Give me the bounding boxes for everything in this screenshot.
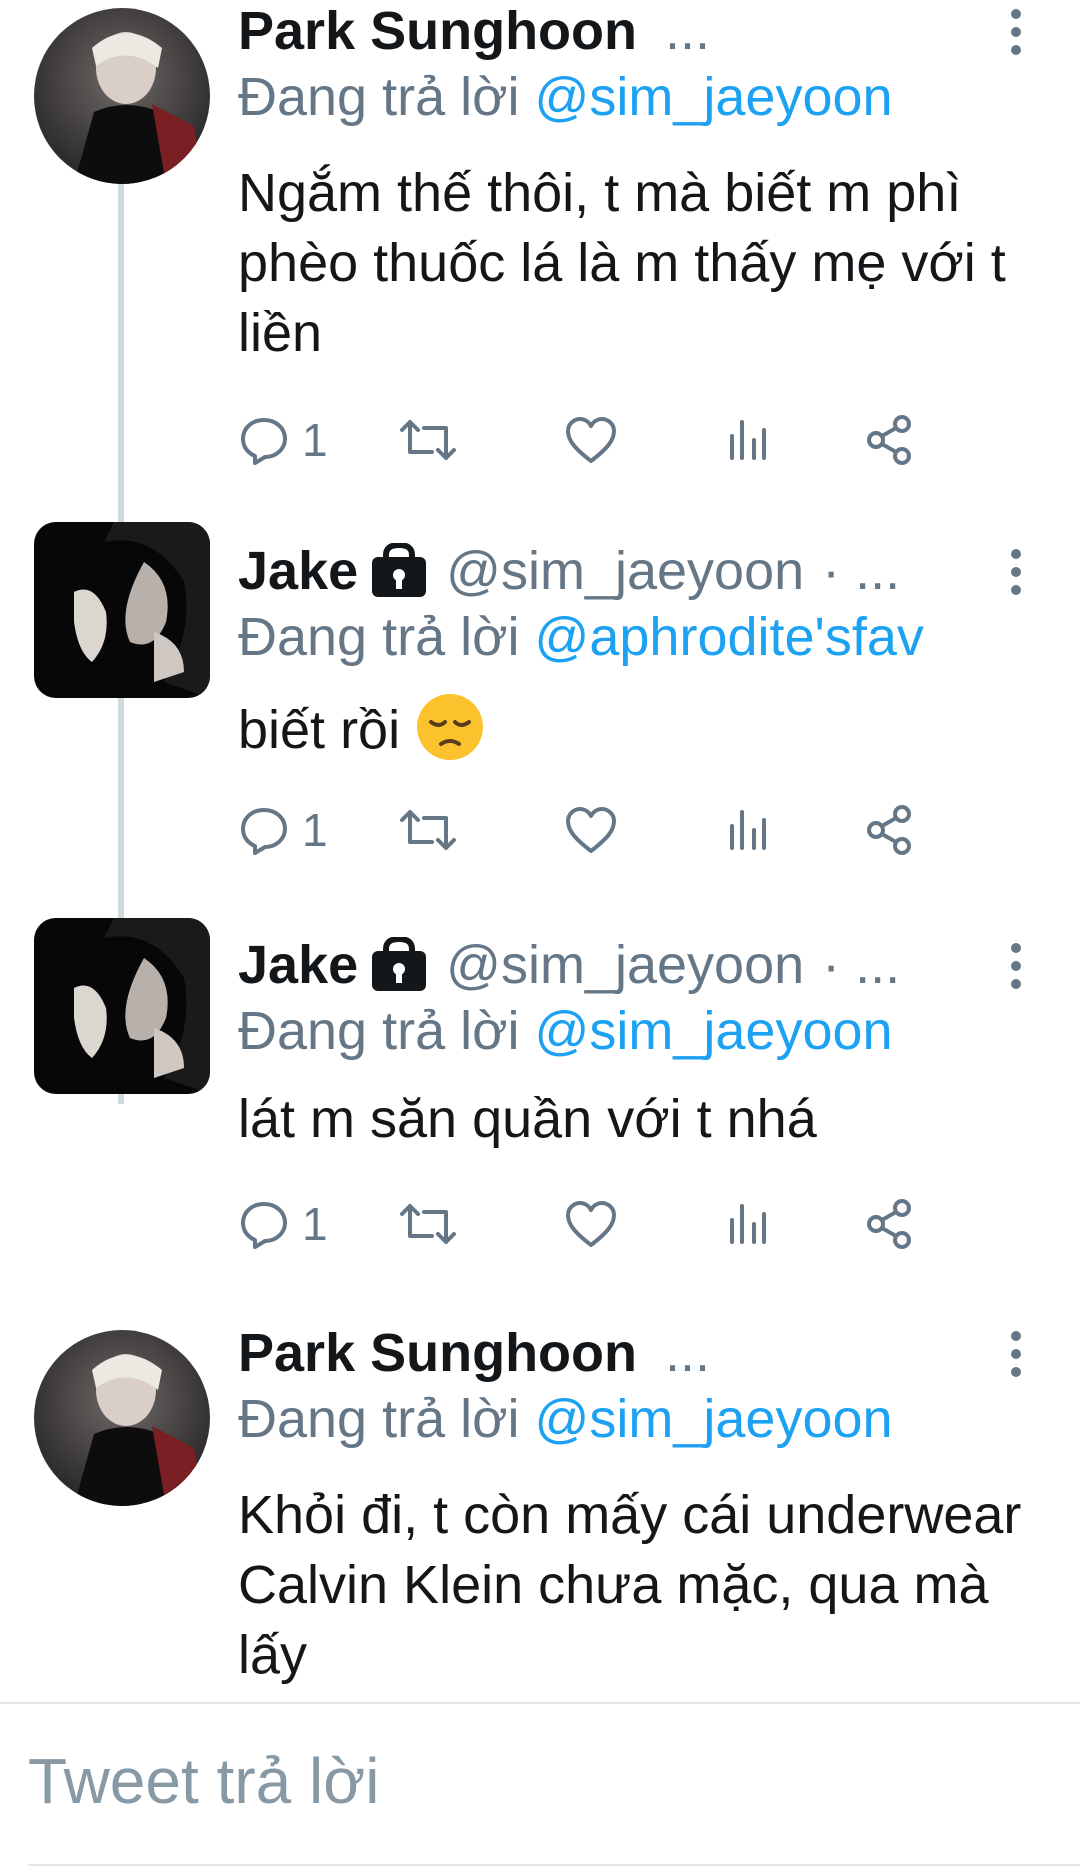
reply-count: 1 <box>302 1198 328 1250</box>
tweet[interactable]: Jake @sim_jaeyoon · ... Đang trả lời @ap… <box>0 522 1080 870</box>
replying-to: Đang trả lời @sim_jaeyoon <box>238 1000 893 1062</box>
retweet-icon <box>400 420 456 460</box>
action-bar: 1 <box>238 410 978 470</box>
user-handle: @sim_jaeyoon <box>446 541 805 601</box>
user-handle: @sim_jaeyoon <box>446 935 805 995</box>
replying-prefix: Đang trả lời <box>238 1389 520 1449</box>
retweet-button[interactable] <box>398 800 458 860</box>
tweet-text: Ngắm thế thôi, t mà biết m phì phèo thuố… <box>238 163 1006 363</box>
reply-input[interactable]: Tweet trả lời <box>28 1744 379 1818</box>
truncated-ellipsis: ... <box>665 1 711 61</box>
like-button[interactable] <box>564 800 618 860</box>
mention-link[interactable]: @aphrodite'sfav <box>535 607 924 667</box>
share-icon <box>867 1199 911 1249</box>
avatar[interactable] <box>34 1330 210 1506</box>
reply-icon <box>241 808 287 855</box>
truncated-ellipsis: ... <box>665 1323 711 1383</box>
mention-link[interactable]: @sim_jaeyoon <box>535 1389 893 1449</box>
reply-count: 1 <box>302 804 328 856</box>
like-button[interactable] <box>564 1194 618 1254</box>
tweet-header: Park Sunghoon ... <box>238 0 990 62</box>
share-button[interactable] <box>866 410 914 470</box>
avatar[interactable] <box>34 8 210 184</box>
tweet-header: Jake @sim_jaeyoon · ... <box>238 540 990 602</box>
analytics-button[interactable] <box>728 800 768 860</box>
replying-prefix: Đang trả lời <box>238 67 520 127</box>
tweet[interactable]: Park Sunghoon ... Đang trả lời @sim_jaey… <box>0 0 1080 466</box>
avatar[interactable] <box>34 918 210 1094</box>
retweet-button[interactable] <box>398 1194 458 1254</box>
truncated-ellipsis: · ... <box>822 541 901 601</box>
like-button[interactable] <box>564 410 618 470</box>
retweet-icon <box>400 1204 456 1244</box>
display-name[interactable]: Park Sunghoon <box>238 0 637 62</box>
analytics-button[interactable] <box>728 410 768 470</box>
reply-composer[interactable]: Tweet trả lời <box>0 1702 1080 1872</box>
replying-to: Đang trả lời @aphrodite'sfav <box>238 606 924 668</box>
more-vertical-icon[interactable] <box>1004 942 1028 990</box>
retweet-button[interactable] <box>398 410 458 470</box>
reply-button[interactable]: 1 <box>238 410 328 470</box>
avatar[interactable] <box>34 522 210 698</box>
lock-icon <box>370 937 428 993</box>
reply-count: 1 <box>302 414 328 466</box>
divider <box>28 1864 1080 1866</box>
more-vertical-icon[interactable] <box>1004 8 1028 56</box>
share-icon <box>867 805 911 855</box>
tweet-header: Park Sunghoon ... <box>238 1322 990 1384</box>
display-name[interactable]: Jake <box>238 934 358 996</box>
mention-link[interactable]: @sim_jaeyoon <box>535 67 893 127</box>
mention-link[interactable]: @sim_jaeyoon <box>535 1001 893 1061</box>
heart-icon <box>566 417 616 463</box>
analytics-icon <box>730 1204 766 1244</box>
reply-button[interactable]: 1 <box>238 1194 328 1254</box>
share-icon <box>867 415 911 465</box>
replying-prefix: Đang trả lời <box>238 607 520 667</box>
tweet-text: lát m săn quần với t nhá <box>238 1089 817 1149</box>
tweet[interactable]: Park Sunghoon ... Đang trả lời @sim_jaey… <box>0 1322 1080 1702</box>
retweet-icon <box>400 810 456 850</box>
display-name[interactable]: Park Sunghoon <box>238 1322 637 1384</box>
tweet-header: Jake @sim_jaeyoon · ... <box>238 934 990 996</box>
lock-icon <box>370 543 428 599</box>
replying-to: Đang trả lời @sim_jaeyoon <box>238 1388 893 1450</box>
reply-button[interactable]: 1 <box>238 800 328 860</box>
action-bar: 1 <box>238 800 978 860</box>
replying-to: Đang trả lời @sim_jaeyoon <box>238 66 893 128</box>
display-name[interactable]: Jake <box>238 540 358 602</box>
tweet-text: Khỏi đi, t còn mấy cái underwear Calvin … <box>238 1485 1022 1685</box>
reply-icon <box>241 1202 287 1249</box>
analytics-button[interactable] <box>728 1194 768 1254</box>
more-vertical-icon[interactable] <box>1004 548 1028 596</box>
heart-icon <box>566 1201 616 1247</box>
more-vertical-icon[interactable] <box>1004 1330 1028 1378</box>
action-bar: 1 <box>238 1194 978 1254</box>
share-button[interactable] <box>866 1194 914 1254</box>
analytics-icon <box>730 810 766 850</box>
tweet-text: biết rồi <box>238 692 1038 765</box>
share-button[interactable] <box>866 800 914 860</box>
truncated-ellipsis: · ... <box>822 935 901 995</box>
replying-prefix: Đang trả lời <box>238 1001 520 1061</box>
pensive-face-emoji <box>415 692 485 762</box>
reply-icon <box>241 418 287 465</box>
analytics-icon <box>730 420 766 460</box>
tweet-text-content: biết rồi <box>238 700 401 760</box>
tweet[interactable]: Jake @sim_jaeyoon · ... Đang trả lời @si… <box>0 918 1080 1264</box>
heart-icon <box>566 807 616 853</box>
